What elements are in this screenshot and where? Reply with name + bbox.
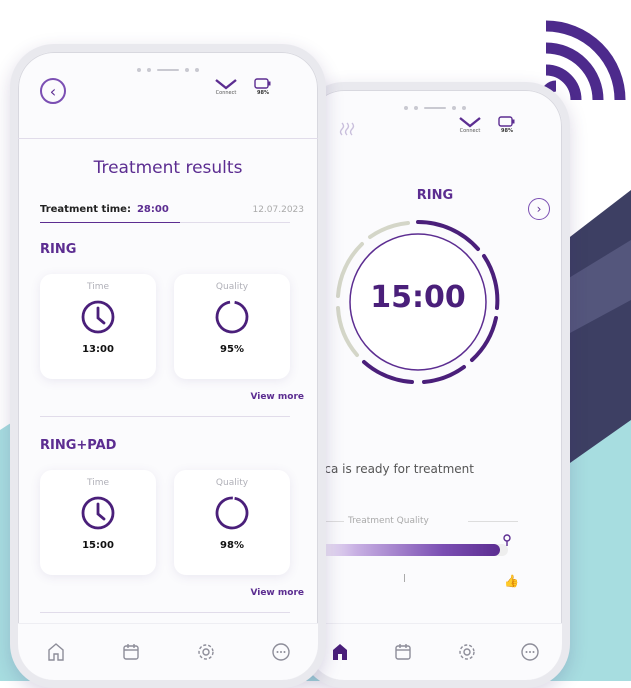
- clock-icon: [81, 300, 115, 334]
- header-divider: [18, 138, 318, 139]
- quality-label: Quality: [215, 478, 249, 488]
- connect-label: Connect: [459, 128, 481, 134]
- connect-label: Connect: [215, 90, 237, 96]
- time-value: 15:00: [82, 540, 114, 551]
- calendar-icon[interactable]: [121, 642, 141, 662]
- battery-status: 98%: [498, 116, 516, 134]
- bottom-nav: [18, 623, 318, 680]
- section-divider: [40, 612, 290, 613]
- bottom-nav: [308, 623, 562, 680]
- treatment-time-label: Treatment time:: [40, 204, 131, 215]
- settings-icon[interactable]: [196, 642, 216, 662]
- time-label: Time: [86, 282, 110, 292]
- quality-marker-icon: [503, 534, 511, 546]
- thumbs-up-icon: 👍: [504, 574, 519, 588]
- time-value: 13:00: [82, 344, 114, 355]
- clock-icon: [81, 496, 115, 530]
- section-divider: [40, 416, 290, 417]
- section-title-ring-pad: RING+PAD: [40, 438, 117, 453]
- time-card: Time 13:00: [40, 274, 156, 379]
- ready-message: ertica is ready for treatment: [304, 462, 474, 476]
- next-mode-button[interactable]: ›: [528, 198, 550, 220]
- connect-status[interactable]: Connect: [214, 78, 238, 96]
- checkmark-icon: [459, 117, 481, 128]
- time-divider-rest: [180, 222, 290, 223]
- phone-results-screen: ‹ Connect 98% Treatment results Treatmen…: [10, 44, 326, 688]
- heat-icon: [339, 122, 355, 136]
- connect-status[interactable]: Connect: [458, 116, 482, 134]
- view-more-link[interactable]: View more: [250, 588, 304, 598]
- quality-value: 98%: [220, 540, 244, 551]
- chevron-left-icon: ‹: [49, 81, 57, 101]
- calendar-icon[interactable]: [393, 642, 413, 662]
- home-icon[interactable]: [330, 642, 350, 662]
- quality-divider-right: [468, 521, 518, 522]
- status-bar: Connect 98%: [214, 78, 272, 96]
- home-icon[interactable]: [46, 642, 66, 662]
- quality-tick: [404, 574, 405, 582]
- back-button[interactable]: ‹: [40, 78, 66, 104]
- treatment-time: Treatment time: 28:00: [40, 204, 169, 215]
- quality-label: Quality: [215, 282, 249, 292]
- checkmark-icon: [215, 79, 237, 90]
- battery-icon: [254, 78, 271, 89]
- more-icon[interactable]: [271, 642, 291, 662]
- mode-title: RING: [416, 188, 454, 203]
- quality-value: 95%: [220, 344, 244, 355]
- timer-value: 15:00: [370, 280, 466, 315]
- view-more-link[interactable]: View more: [250, 392, 304, 402]
- quality-bar-fill: [308, 544, 500, 556]
- more-icon[interactable]: [520, 642, 540, 662]
- phone-notch: [404, 102, 466, 114]
- time-card: Time 15:00: [40, 470, 156, 575]
- phone-notch: [137, 64, 199, 76]
- settings-icon[interactable]: [457, 642, 477, 662]
- battery-icon: [498, 116, 515, 127]
- time-divider: [40, 222, 180, 223]
- quality-card: Quality 95%: [174, 274, 290, 379]
- treatment-date: 12.07.2023: [252, 205, 304, 215]
- treatment-quality-label: Treatment Quality: [348, 516, 429, 526]
- treatment-time-value: 28:00: [136, 204, 169, 215]
- status-bar: Connect 98%: [458, 116, 516, 134]
- phone-treatment-screen: Connect 98% RING › 15:00 ertica is ready…: [300, 82, 570, 688]
- battery-label: 98%: [257, 90, 269, 96]
- battery-status: 98%: [254, 78, 272, 96]
- quality-ring-icon: [215, 496, 249, 530]
- section-title-ring: RING: [40, 242, 77, 257]
- quality-ring-icon: [215, 300, 249, 334]
- page-title: Treatment results: [93, 158, 243, 178]
- chevron-right-icon: ›: [536, 202, 542, 216]
- battery-label: 98%: [501, 128, 513, 134]
- time-label: Time: [86, 478, 110, 488]
- quality-card: Quality 98%: [174, 470, 290, 575]
